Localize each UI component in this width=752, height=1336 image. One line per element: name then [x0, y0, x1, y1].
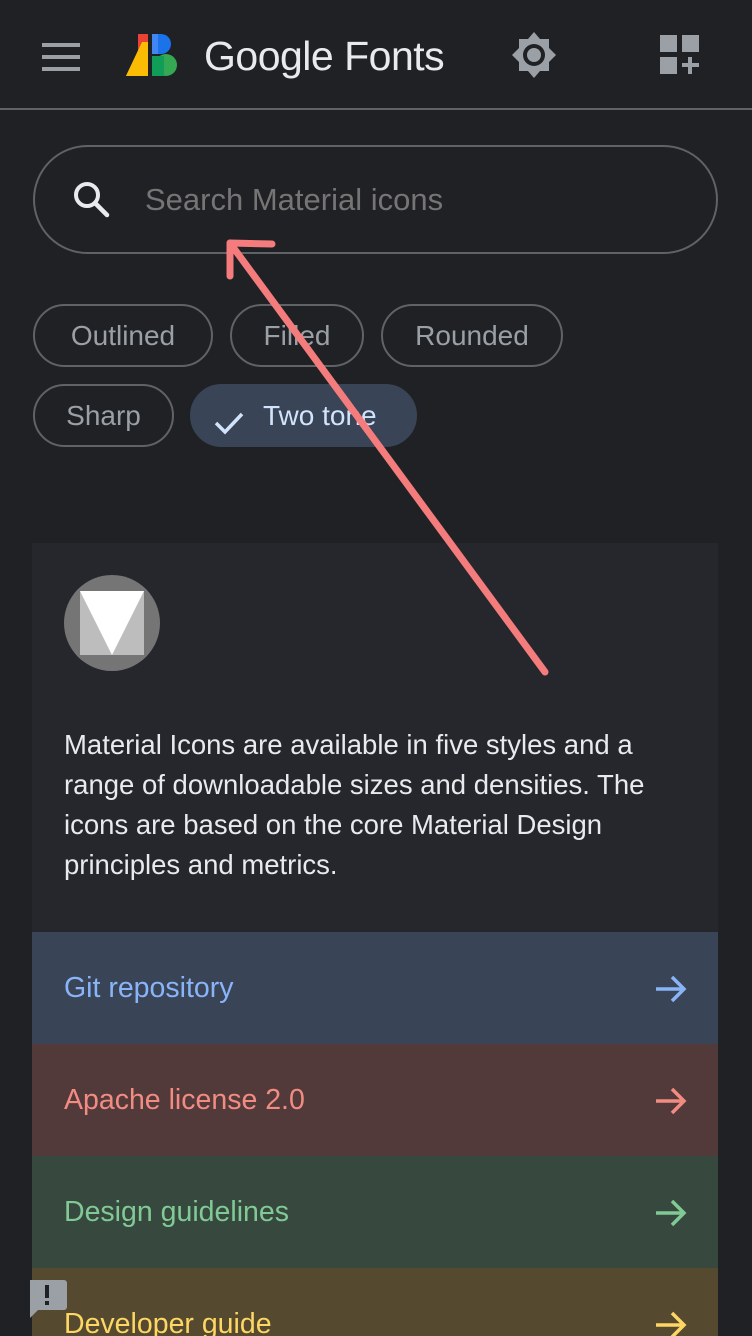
chip-label: Two tone: [263, 400, 377, 431]
brand-title[interactable]: Google Fonts: [204, 30, 445, 82]
feedback-icon[interactable]: [26, 1278, 68, 1320]
dashboard-customize-icon[interactable]: [654, 30, 704, 80]
link-label: Design guidelines: [64, 1196, 289, 1228]
chip-label: Sharp: [66, 400, 141, 431]
chip-outlined[interactable]: Outlined: [33, 304, 213, 367]
link-apache-license[interactable]: Apache license 2.0: [32, 1044, 718, 1156]
app-frame: Google Fonts Search Material icons Outli…: [0, 0, 752, 1336]
menu-icon[interactable]: [36, 34, 86, 80]
link-git-repository[interactable]: Git repository: [32, 932, 718, 1044]
chip-label: Outlined: [70, 320, 176, 351]
chip-two-tone[interactable]: Two tone: [190, 384, 417, 447]
check-icon: [212, 400, 246, 435]
search-input[interactable]: [145, 171, 665, 229]
chip-filled[interactable]: Filled: [230, 304, 364, 367]
card-description: Material Icons are available in five sty…: [64, 729, 645, 880]
arrow-forward-icon: [654, 1084, 688, 1118]
google-fonts-logo[interactable]: [124, 32, 180, 78]
search-box[interactable]: [33, 145, 718, 254]
brightness-icon[interactable]: [508, 30, 560, 80]
search-icon: [71, 179, 111, 219]
material-icons-logo: [64, 575, 160, 671]
chip-label: Rounded: [415, 320, 529, 351]
info-card: Material Icons are available in five sty…: [32, 543, 718, 1336]
arrow-forward-icon: [654, 972, 688, 1006]
link-design-guidelines[interactable]: Design guidelines: [32, 1156, 718, 1268]
link-label: Git repository: [64, 972, 234, 1004]
top-app-bar: Google Fonts: [0, 0, 752, 110]
chip-label: Filled: [263, 320, 331, 351]
arrow-forward-icon: [654, 1196, 688, 1230]
link-label: Developer guide: [64, 1308, 272, 1336]
link-label: Apache license 2.0: [64, 1084, 305, 1116]
chip-rounded[interactable]: Rounded: [381, 304, 563, 367]
link-developer-guide[interactable]: Developer guide: [32, 1268, 718, 1336]
arrow-forward-icon: [654, 1308, 688, 1336]
chip-sharp[interactable]: Sharp: [33, 384, 174, 447]
